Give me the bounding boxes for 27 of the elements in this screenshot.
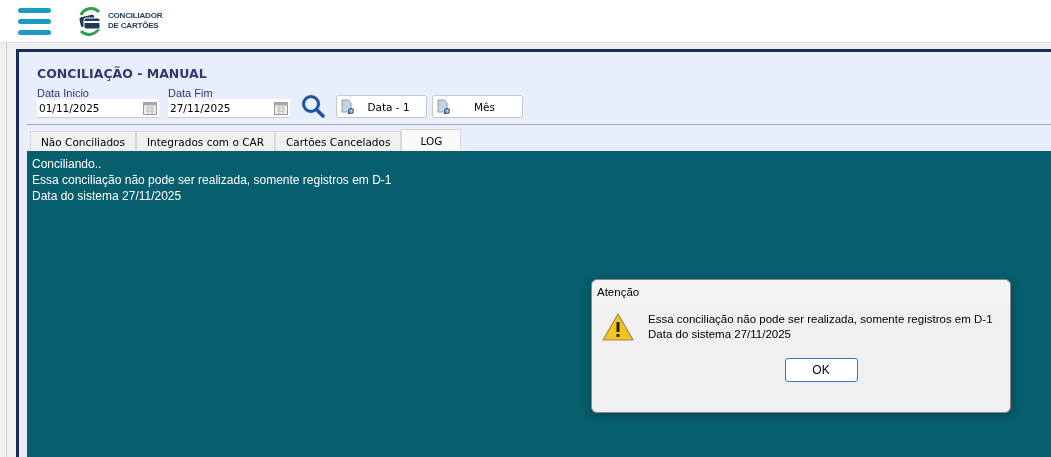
log-line: Essa conciliação não pode ser realizada, somente registros em D-1	[32, 172, 393, 188]
field-label: Data Fim	[168, 87, 214, 99]
tab[interactable]: Não Conciliados	[30, 131, 136, 151]
date-field[interactable]: 01/11/2025	[37, 99, 159, 118]
dialog-title: Atenção	[592, 280, 1010, 304]
filter-button[interactable]: Data - 1	[336, 95, 427, 118]
date-field[interactable]: 27/11/2025	[168, 99, 290, 118]
tab[interactable]: Cartões Cancelados	[274, 131, 402, 151]
warning-icon	[602, 313, 634, 341]
page-title: CONCILIAÇÃO - MANUAL	[37, 66, 208, 81]
log-line: Data do sistema 27/11/2025	[32, 188, 183, 204]
filter-button[interactable]: Mês	[432, 95, 523, 118]
calendar-icon[interactable]	[143, 101, 157, 115]
tab[interactable]: LOG	[401, 129, 462, 151]
tab[interactable]: Integrados com o CAR	[136, 131, 275, 151]
ok-button[interactable]: OK	[784, 358, 858, 382]
dialog-message: Data do sistema 27/11/2025	[648, 327, 792, 342]
dialog-message: Essa conciliação não pode ser realizada, somente registros em D-1	[648, 312, 993, 327]
logo-text: DE CARTÕES	[108, 21, 160, 31]
log-line: Conciliando..	[32, 156, 103, 172]
search-icon[interactable]	[301, 94, 325, 118]
document-search-icon	[341, 98, 355, 115]
menu-icon[interactable]	[18, 7, 51, 35]
document-search-icon	[437, 98, 451, 115]
field-label: Data Inicio	[37, 87, 90, 99]
logo-text: CONCILIADOR	[108, 11, 163, 21]
calendar-icon[interactable]	[274, 101, 288, 115]
